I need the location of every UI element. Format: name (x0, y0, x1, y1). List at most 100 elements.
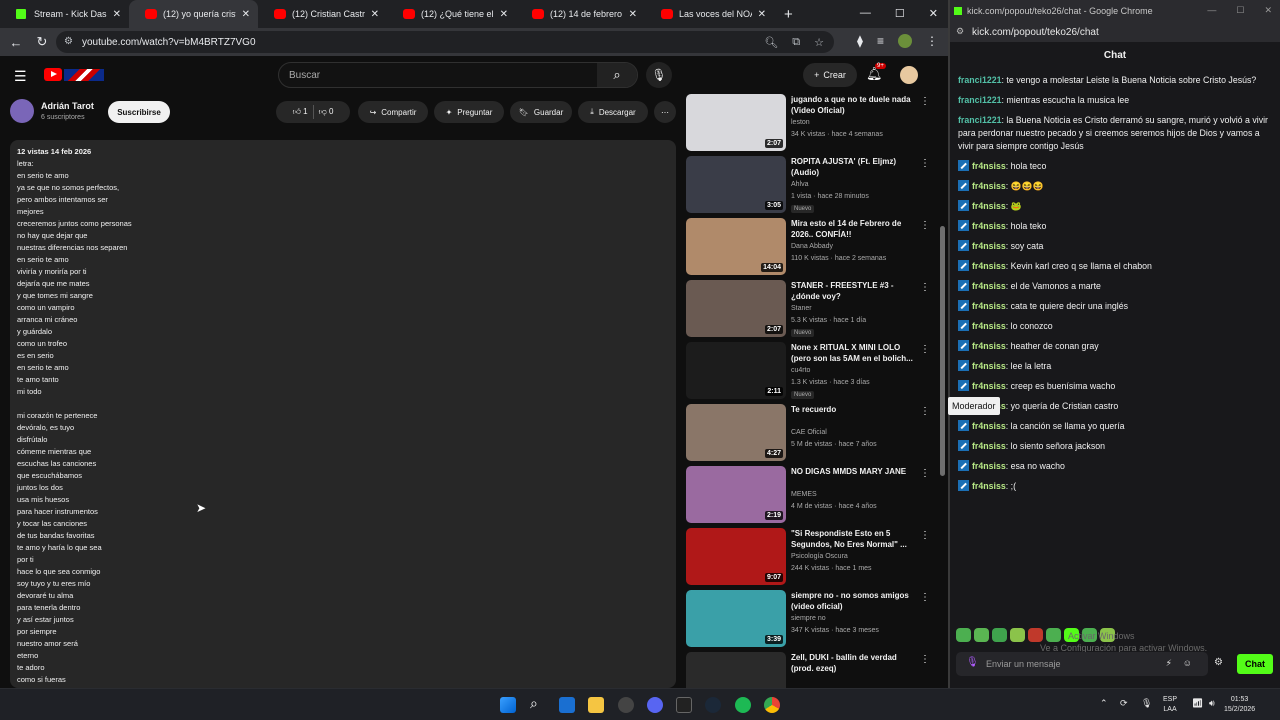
chat-username[interactable]: fr4nsiss (972, 201, 1006, 211)
recommended-video[interactable]: 2:07 jugando a que no te duele nada (Vide… (686, 94, 936, 152)
wifi-icon[interactable]: 📶︎ (1192, 698, 1203, 708)
more-vertical-icon[interactable]: ⋮ (920, 344, 930, 355)
video-title[interactable]: Te recuerdo (791, 404, 916, 415)
video-channel[interactable]: Psicología Oscura (791, 553, 848, 560)
language-indicator[interactable]: ESP LAA (1163, 695, 1177, 715)
volume-icon[interactable]: 🔊︎ (1209, 698, 1215, 708)
recommended-video[interactable]: 4:27 Te recuerdo CAE Oficial 5 M de vistas … (686, 404, 936, 462)
video-thumbnail[interactable]: 2:11 (686, 342, 786, 399)
more-vertical-icon[interactable]: ⋮ (920, 654, 930, 665)
recommended-video[interactable]: 9:07 "Si Respondiste Esto en 5 Segundos, … (686, 528, 936, 586)
tab-close-icon[interactable]: ✕ (629, 9, 637, 20)
moderator-badge-icon[interactable] (958, 300, 969, 311)
recommended-video[interactable]: Zell, DUKI - ballin de verdad (prod. eze… (686, 652, 936, 688)
mic-tray-icon[interactable]: 🎙︎ (1141, 698, 1152, 708)
epic-games-icon[interactable] (676, 697, 692, 713)
chat-username[interactable]: franci1221 (958, 95, 1002, 105)
kick-url-bar[interactable]: ⚙ kick.com/popout/teko26/chat (950, 22, 1280, 42)
chat-username[interactable]: franci1221 (958, 75, 1002, 85)
reload-icon[interactable]: ↻ (30, 34, 54, 50)
more-vertical-icon[interactable]: ⋮ (920, 96, 930, 107)
chat-username[interactable]: franci1221 (958, 115, 1002, 125)
recommended-video[interactable]: 2:07 STANER - FREESTYLE #3 - ¿dónde voy? S… (686, 280, 936, 338)
moderator-badge-icon[interactable] (958, 440, 969, 451)
video-channel[interactable]: Ahlva (791, 181, 809, 188)
commands-icon[interactable]: ⚡︎ (1166, 658, 1172, 669)
ask-button[interactable]: ✦ Preguntar (434, 101, 504, 123)
mic-icon[interactable]: 🎙︎ (966, 657, 979, 668)
chat-username[interactable]: fr4nsiss (972, 461, 1006, 471)
video-description[interactable]: 12 vistas 14 feb 2026 letra: en serio te … (10, 140, 676, 688)
share-button[interactable]: ↪ Compartir (358, 101, 428, 123)
browser-tab[interactable]: Stream - Kick Dashboa ✕ (0, 0, 129, 28)
chat-username[interactable]: fr4nsiss (972, 441, 1006, 451)
start-icon[interactable] (500, 697, 516, 713)
video-channel[interactable]: leston (791, 119, 810, 126)
moderator-badge-icon[interactable] (958, 420, 969, 431)
zoom-icon[interactable]: 🔍︎ (764, 36, 778, 49)
moderator-badge-icon[interactable] (958, 280, 969, 291)
minimize-icon[interactable]: — (1207, 5, 1216, 16)
chat-username[interactable]: fr4nsiss (972, 321, 1006, 331)
extensions-icon[interactable]: ⧫ (857, 34, 863, 48)
menu-icon[interactable]: ⋮ (926, 34, 938, 48)
video-title[interactable]: STANER - FREESTYLE #3 - ¿dónde voy? (791, 280, 916, 302)
video-channel[interactable]: Dana Abbady (791, 243, 833, 250)
emote-icon[interactable] (1010, 628, 1025, 642)
site-info-icon[interactable]: ⚙ (956, 26, 964, 37)
tab-close-icon[interactable]: ✕ (371, 9, 379, 20)
more-vertical-icon[interactable]: ⋮ (920, 592, 930, 603)
maximize-icon[interactable]: ☐ (1236, 5, 1244, 16)
chat-username[interactable]: fr4nsiss (972, 481, 1006, 491)
video-channel[interactable]: siempre no (791, 615, 826, 622)
search-button[interactable]: ⌕ (597, 63, 637, 87)
video-title[interactable]: ROPITA AJUSTA' (Ft. Eljmz) (Audio) (791, 156, 916, 178)
tray-overflow-icon[interactable]: ⌃ (1100, 698, 1108, 708)
moderator-badge-icon[interactable] (958, 380, 969, 391)
video-thumbnail[interactable]: 14:04 (686, 218, 786, 275)
video-thumbnail[interactable]: 3:39 (686, 590, 786, 647)
voice-search-button[interactable]: 🎙︎ (646, 62, 672, 88)
moderator-badge-icon[interactable] (958, 340, 969, 351)
back-icon[interactable]: ← (4, 35, 28, 50)
video-title[interactable]: jugando a que no te duele nada (Video Of… (791, 94, 916, 116)
file-explorer-icon[interactable] (588, 697, 604, 713)
chat-username[interactable]: fr4nsiss (972, 301, 1006, 311)
more-vertical-icon[interactable]: ⋮ (920, 158, 930, 169)
search-input[interactable]: Buscar ⌕ (278, 62, 638, 88)
video-title[interactable]: Mira esto el 14 de Febrero de 2026.. CON… (791, 218, 916, 240)
video-thumbnail[interactable]: 2:07 (686, 94, 786, 151)
moderator-badge-icon[interactable] (958, 160, 969, 171)
more-vertical-icon[interactable]: ⋮ (920, 220, 930, 231)
steam-icon[interactable] (705, 697, 721, 713)
browser-tab[interactable]: (12) Cristian Castro - Yo ✕ (258, 0, 387, 28)
hamburger-menu-icon[interactable]: ☰ (14, 68, 28, 85)
chat-username[interactable]: fr4nsiss (972, 381, 1006, 391)
url-field[interactable]: ⚙ youtube.com/watch?v=bM4BRTZ7VG0 🔍︎ ⧉ ☆ (56, 31, 834, 53)
download-button[interactable]: ⤓ Descargar (578, 101, 648, 123)
discord-icon[interactable] (647, 697, 663, 713)
video-thumbnail[interactable] (686, 652, 786, 688)
spotify-icon[interactable] (735, 697, 751, 713)
chat-settings-gear-icon[interactable]: ⚙ (1214, 657, 1223, 668)
emoji-icon[interactable]: ☺ (1183, 658, 1192, 668)
moderator-badge-icon[interactable] (958, 220, 969, 231)
moderator-badge-icon[interactable] (958, 260, 969, 271)
moderator-badge-icon[interactable] (958, 320, 969, 331)
store-icon[interactable] (559, 697, 575, 713)
tab-close-icon[interactable]: ✕ (500, 9, 508, 20)
tab-close-icon[interactable]: ✕ (242, 9, 250, 20)
dislike-button[interactable]: 👎︎ 0 (319, 107, 334, 117)
video-channel[interactable]: cu4rto (791, 367, 810, 374)
chrome-icon[interactable] (764, 697, 780, 713)
video-thumbnail[interactable]: 4:27 (686, 404, 786, 461)
chat-username[interactable]: fr4nsiss (972, 241, 1006, 251)
maximize-icon[interactable]: ☐ (895, 7, 905, 20)
send-chat-button[interactable]: Chat (1237, 654, 1273, 674)
chat-username[interactable]: fr4nsiss (972, 181, 1006, 191)
video-title[interactable]: None x RITUAL X MINI LOLO (pero son las … (791, 342, 916, 364)
moderator-badge-icon[interactable] (958, 180, 969, 191)
more-vertical-icon[interactable]: ⋮ (920, 282, 930, 293)
more-vertical-icon[interactable]: ⋮ (920, 530, 930, 541)
recommended-video[interactable]: 14:04 Mira esto el 14 de Febrero de 2026.… (686, 218, 936, 276)
